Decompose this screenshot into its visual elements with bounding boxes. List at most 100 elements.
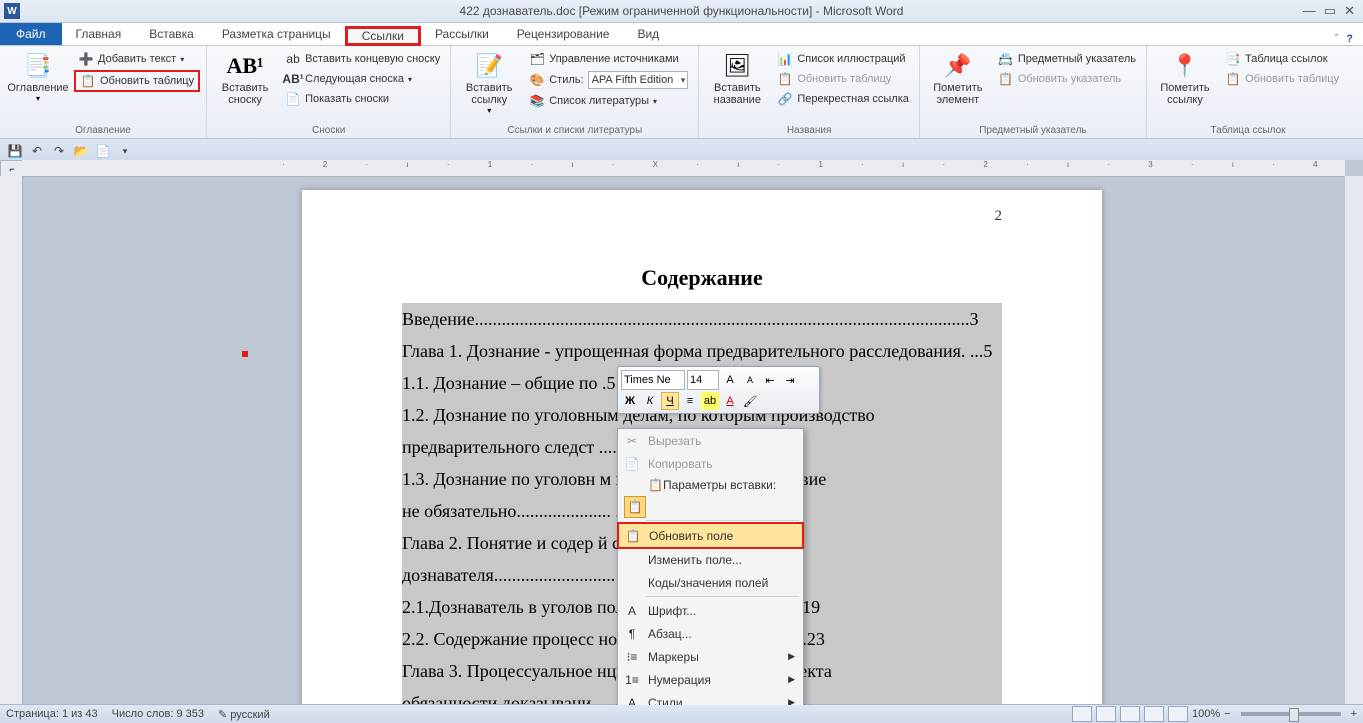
italic-icon[interactable]: К xyxy=(641,392,659,410)
update-toa-icon: 📋 xyxy=(1225,71,1241,87)
update-captions-button[interactable]: 📋Обновить таблицу xyxy=(773,70,913,88)
cross-reference-button[interactable]: 🔗Перекрестная ссылка xyxy=(773,90,913,108)
tab-review[interactable]: Рецензирование xyxy=(503,23,624,45)
format-painter-icon[interactable]: 🖌 xyxy=(741,392,759,410)
update-index-button[interactable]: 📋Обновить указатель xyxy=(994,70,1140,88)
vertical-scrollbar[interactable] xyxy=(1344,176,1363,705)
minimize-ribbon-icon[interactable]: ˆ xyxy=(1335,33,1339,45)
table-of-figures-button[interactable]: 📊Список иллюстраций xyxy=(773,50,913,68)
qat-dropdown-icon[interactable]: ▾ xyxy=(116,142,134,160)
font-size-input[interactable] xyxy=(687,370,719,390)
manage-sources-button[interactable]: 🗂Управление источниками xyxy=(525,50,692,68)
insert-toa-button[interactable]: 📑Таблица ссылок xyxy=(1221,50,1343,68)
next-footnote-button[interactable]: AB¹Следующая сноска ▾ xyxy=(281,70,444,88)
insert-endnote-button[interactable]: abВставить концевую сноску xyxy=(281,50,444,68)
toa-icon: 📑 xyxy=(1225,51,1241,67)
bold-icon[interactable]: Ж xyxy=(621,392,639,410)
ctx-styles[interactable]: AСтили▶ xyxy=(618,691,803,705)
align-center-icon[interactable]: ≡ xyxy=(681,392,699,410)
ctx-numbering[interactable]: 1≡Нумерация▶ xyxy=(618,668,803,691)
tab-view[interactable]: Вид xyxy=(623,23,673,45)
decrease-indent-icon[interactable]: ⇤ xyxy=(761,371,779,389)
save-icon[interactable]: 💾 xyxy=(6,142,24,160)
add-text-button[interactable]: ➕Добавить текст ▾ xyxy=(74,50,200,68)
ctx-toggle-field-codes[interactable]: Коды/значения полей xyxy=(618,571,803,594)
close-icon[interactable]: ✕ xyxy=(1344,3,1355,19)
bibliography-button[interactable]: 📚Список литературы ▾ xyxy=(525,92,692,110)
view-web-icon[interactable] xyxy=(1120,706,1140,722)
view-outline-icon[interactable] xyxy=(1144,706,1164,722)
font-dialog-icon: A xyxy=(624,603,640,619)
grow-font-icon[interactable]: A xyxy=(721,371,739,389)
undo-icon[interactable]: ↶ xyxy=(28,142,46,160)
status-word-count[interactable]: Число слов: 9 353 xyxy=(112,708,204,720)
view-draft-icon[interactable] xyxy=(1168,706,1188,722)
update-field-icon: 📋 xyxy=(625,528,641,544)
insert-citation-button[interactable]: 📝 Вставить ссылку ▾ xyxy=(457,48,521,117)
status-page[interactable]: Страница: 1 из 43 xyxy=(6,708,98,720)
style-combo[interactable]: 🎨Стиль: APA Fifth Edition xyxy=(525,70,692,90)
bullets-icon: ⁝≡ xyxy=(624,649,640,665)
tab-home[interactable]: Главная xyxy=(62,23,136,45)
horizontal-ruler[interactable]: · 2 · ı · 1 · ı · X · ı · 1 · ı · 2 · ı … xyxy=(22,160,1345,177)
ctx-paste-options-label: 📋Параметры вставки: xyxy=(618,475,803,495)
font-name-input[interactable] xyxy=(621,370,685,390)
tab-insert[interactable]: Вставка xyxy=(135,23,208,45)
increase-indent-icon[interactable]: ⇥ xyxy=(781,371,799,389)
ctx-bullets[interactable]: ⁝≡Маркеры▶ xyxy=(618,645,803,668)
font-color-icon[interactable]: A xyxy=(721,392,739,410)
zoom-in-icon[interactable]: + xyxy=(1351,708,1357,720)
tab-mailings[interactable]: Рассылки xyxy=(421,23,503,45)
group-captions: 🖼 Вставить название 📊Список иллюстраций … xyxy=(699,46,920,138)
mark-citation-button[interactable]: 📍 Пометить ссылку xyxy=(1153,48,1217,108)
ctx-cut[interactable]: ✂Вырезать xyxy=(618,429,803,452)
toc-button[interactable]: 📑 Оглавление ▾ xyxy=(6,48,70,105)
highlight-icon[interactable]: ab xyxy=(701,392,719,410)
view-full-screen-icon[interactable] xyxy=(1096,706,1116,722)
ctx-paste-default[interactable]: 📋 xyxy=(618,495,803,518)
title-bar: W 422 дознаватель.doc [Режим ограниченно… xyxy=(0,0,1363,23)
endnote-icon: ab xyxy=(285,51,301,67)
insert-caption-button[interactable]: 🖼 Вставить название xyxy=(705,48,769,108)
tab-references[interactable]: Ссылки xyxy=(345,26,421,46)
ctx-paragraph[interactable]: ¶Абзац... xyxy=(618,622,803,645)
zoom-slider[interactable] xyxy=(1241,712,1341,716)
open-icon[interactable]: 📂 xyxy=(72,142,90,160)
view-print-layout-icon[interactable] xyxy=(1072,706,1092,722)
page-number: 2 xyxy=(402,208,1002,225)
tab-file[interactable]: Файл xyxy=(0,23,62,45)
toc-line[interactable]: Введение................................… xyxy=(402,303,1002,335)
annotation-dot xyxy=(242,351,248,357)
update-toa-button[interactable]: 📋Обновить таблицу xyxy=(1221,70,1343,88)
redo-icon[interactable]: ↷ xyxy=(50,142,68,160)
insert-footnote-button[interactable]: AB¹ Вставить сноску xyxy=(213,48,277,108)
vertical-ruler[interactable] xyxy=(0,176,23,705)
status-language[interactable]: ✎ русский xyxy=(218,708,270,721)
zoom-out-icon[interactable]: − xyxy=(1224,708,1230,720)
mini-toolbar[interactable]: A A ⇤ ⇥ Ж К Ч ≡ ab A 🖌 xyxy=(617,366,820,414)
style-icon: 🎨 xyxy=(529,72,545,88)
shrink-font-icon[interactable]: A xyxy=(741,371,759,389)
new-icon[interactable]: 📄 xyxy=(94,142,112,160)
minimize-icon[interactable]: ― xyxy=(1303,3,1316,19)
zoom-level[interactable]: 100% xyxy=(1192,708,1220,720)
ctx-font[interactable]: AШрифт... xyxy=(618,599,803,622)
restore-icon[interactable]: ▭ xyxy=(1324,3,1336,19)
separator xyxy=(646,520,799,521)
document-area[interactable]: 2 Содержание Введение...................… xyxy=(22,176,1345,705)
context-menu: ✂Вырезать 📄Копировать 📋Параметры вставки… xyxy=(617,428,804,705)
show-notes-button[interactable]: 📄Показать сноски xyxy=(281,90,444,108)
toc-line[interactable]: Глава 1. Дознание - упрощенная форма пре… xyxy=(402,335,1002,367)
window-title: 422 дознаватель.doc [Режим ограниченной … xyxy=(0,4,1363,18)
ctx-edit-field[interactable]: Изменить поле... xyxy=(618,548,803,571)
insert-index-button[interactable]: 📇Предметный указатель xyxy=(994,50,1140,68)
tab-layout[interactable]: Разметка страницы xyxy=(208,23,345,45)
mark-entry-icon: 📌 xyxy=(942,50,974,82)
underline-icon[interactable]: Ч xyxy=(661,392,679,410)
ctx-update-field[interactable]: 📋Обновить поле xyxy=(617,522,804,549)
ctx-copy[interactable]: 📄Копировать xyxy=(618,452,803,475)
help-icon[interactable]: ? xyxy=(1346,33,1353,45)
styles-icon: A xyxy=(624,695,640,706)
update-table-button[interactable]: 📋Обновить таблицу xyxy=(74,70,200,92)
mark-entry-button[interactable]: 📌 Пометить элемент xyxy=(926,48,990,108)
